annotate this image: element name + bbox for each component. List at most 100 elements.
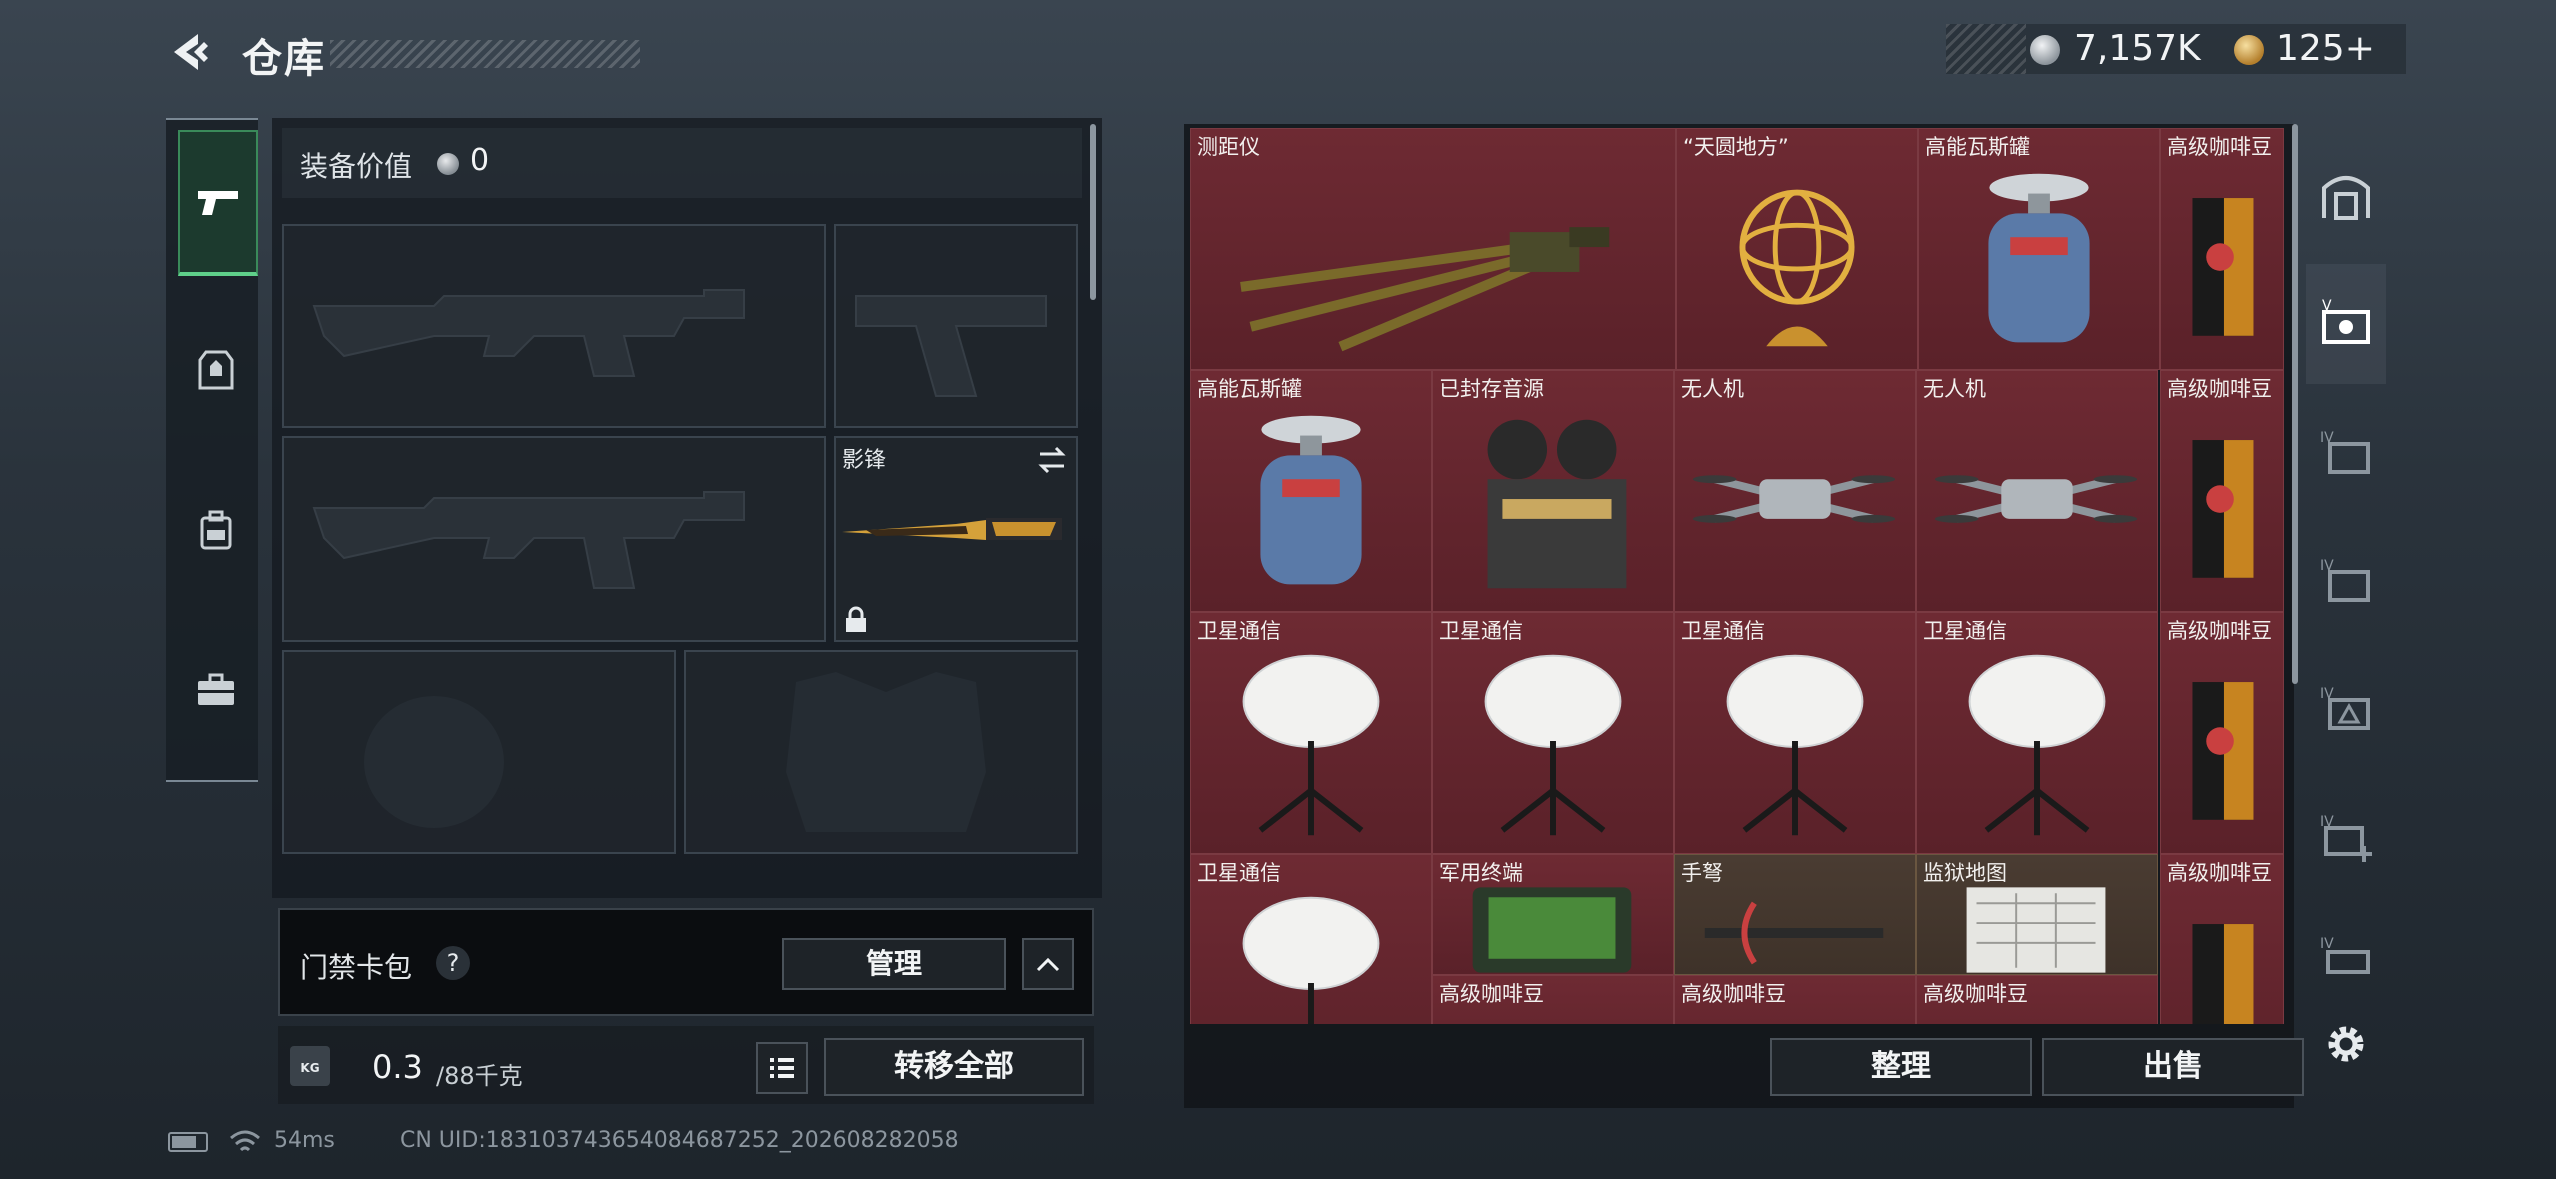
container-warning-iv-icon: IV [2320, 686, 2370, 730]
list-view-button[interactable] [756, 1042, 808, 1094]
stash-item[interactable]: 高级咖啡豆 [2160, 370, 2284, 612]
stash-item[interactable]: 军用终端 [1432, 854, 1674, 975]
stash-item[interactable]: “天圆地方” [1676, 128, 1918, 370]
satellite-dish-icon [1484, 654, 1622, 836]
container-button[interactable]: V [2306, 264, 2386, 384]
container-add-iv-button[interactable]: IV [2306, 776, 2386, 896]
tab-case[interactable] [178, 620, 254, 760]
gas-canister-icon [1988, 173, 2090, 343]
gold-currency-amount[interactable]: 125+ [2276, 28, 2375, 69]
svg-text:V: V [2322, 298, 2332, 314]
stash-item[interactable]: 手弩 [1674, 854, 1916, 975]
coffee-bag-icon [2192, 198, 2254, 336]
pistol-icon [180, 132, 256, 272]
stash-item[interactable]: 已封存音源 [1432, 370, 1674, 612]
settings-button[interactable] [2320, 1018, 2372, 1070]
equipment-scrollbar[interactable] [1090, 124, 1096, 300]
satellite-dish-icon [1968, 654, 2106, 836]
satellite-dish-icon [1726, 654, 1864, 836]
weight-icon: KG [290, 1046, 330, 1086]
backpack-icon [178, 460, 254, 600]
transfer-all-button[interactable]: 转移全部 [824, 1038, 1084, 1096]
tab-weapons[interactable] [178, 130, 258, 276]
helmet-silhouette-icon [364, 696, 504, 828]
weight-current: 0.3 [372, 1048, 423, 1086]
back-arrow-icon [174, 34, 208, 70]
stash-item[interactable]: 高能瓦斯罐 [1190, 370, 1432, 612]
chevron-up-icon [1036, 957, 1060, 972]
container-add-iv-icon: IV [2320, 814, 2372, 862]
battery-level [172, 1136, 196, 1148]
prison-map-icon [1966, 887, 2106, 973]
coffee-bag-icon [2192, 924, 2254, 1024]
stash-item[interactable]: 高级咖啡豆 [1432, 975, 1674, 1024]
svg-text:IV: IV [2320, 686, 2334, 702]
helmet-slot[interactable] [282, 650, 676, 854]
rifle-silhouette-icon [312, 491, 745, 589]
item-label: 高级咖啡豆 [1439, 982, 1544, 1006]
item-label: 高级咖啡豆 [1923, 982, 2028, 1006]
lock-icon [844, 606, 868, 634]
help-button[interactable]: ? [436, 946, 470, 980]
stash-item[interactable]: 高级咖啡豆 [2160, 854, 2284, 1024]
wifi-icon [228, 1128, 262, 1156]
stash-item[interactable]: 无人机 [1916, 370, 2158, 612]
svg-text:IV: IV [2320, 430, 2334, 446]
drone-icon [1692, 475, 1896, 523]
reel-tape-recorder-icon [1487, 419, 1627, 589]
item-label: 高级咖啡豆 [1681, 982, 1786, 1006]
equipment-value-label: 装备价值 [300, 150, 413, 183]
military-terminal-icon [1472, 887, 1632, 973]
list-icon [770, 1058, 794, 1078]
drone-icon [1934, 475, 2138, 523]
stash-item[interactable]: 卫星通信 [1190, 854, 1432, 1024]
container-iv-icon: IV [2320, 558, 2370, 602]
keycard-label: 门禁卡包 [300, 951, 413, 984]
container-iv-button[interactable]: IV [2306, 520, 2386, 640]
armor-slot[interactable] [684, 650, 1078, 854]
stash-item[interactable]: 卫星通信 [1674, 612, 1916, 854]
weight-max: /88千克 [436, 1062, 523, 1090]
rangefinder-tripod-icon [1240, 227, 1610, 352]
currency-decoration [1946, 24, 2026, 74]
stash-scrollbar[interactable] [2292, 124, 2298, 684]
tab-backpack[interactable] [178, 460, 254, 600]
manage-button[interactable]: 管理 [782, 938, 1006, 990]
container-iv-button[interactable]: IV [2306, 392, 2386, 512]
coffee-bag-icon [2192, 682, 2254, 820]
stash-item[interactable]: 无人机 [1674, 370, 1916, 612]
stash-item[interactable]: 监狱地图 [1916, 854, 2158, 975]
back-button[interactable] [168, 30, 212, 74]
pistol-slot[interactable] [834, 224, 1078, 428]
container-iv-icon: IV [2320, 430, 2370, 474]
container-icon: V [2322, 298, 2370, 344]
sell-button[interactable]: 出售 [2042, 1038, 2304, 1096]
title-decoration [330, 40, 640, 68]
stash-item[interactable]: 高级咖啡豆 [2160, 612, 2284, 854]
container-iv-button[interactable]: IV [2306, 904, 2386, 1004]
collapse-button[interactable] [1022, 938, 1074, 990]
stash-item[interactable]: 卫星通信 [1916, 612, 2158, 854]
tab-vest[interactable] [178, 300, 254, 440]
ping-value: 54ms [274, 1128, 335, 1153]
stash-item[interactable]: 高能瓦斯罐 [1918, 128, 2160, 370]
silver-currency-amount[interactable]: 7,157K [2074, 28, 2201, 69]
stash-item[interactable]: 高级咖啡豆 [2160, 128, 2284, 370]
safe-box-button[interactable] [2306, 136, 2386, 256]
user-uid: CN UID:183103743654084687252_20260828205… [400, 1128, 959, 1153]
primary-weapon-slot-1[interactable] [282, 224, 826, 428]
silver-coin-icon [2030, 35, 2060, 65]
safe-box-icon [2322, 176, 2370, 220]
gas-canister-icon [1260, 415, 1362, 585]
stash-item[interactable]: 卫星通信 [1432, 612, 1674, 854]
page-title: 仓库 [242, 36, 326, 82]
stash-item[interactable]: 高级咖啡豆 [1674, 975, 1916, 1024]
swap-icon[interactable] [1036, 444, 1068, 476]
stash-item[interactable]: 测距仪 [1190, 128, 1676, 370]
stash-item[interactable]: 卫星通信 [1190, 612, 1432, 854]
container-warning-iv-button[interactable]: IV [2306, 648, 2386, 768]
svg-text:IV: IV [2320, 558, 2334, 574]
primary-weapon-slot-2[interactable] [282, 436, 826, 642]
stash-item[interactable]: 高级咖啡豆 [1916, 975, 2158, 1024]
organize-button[interactable]: 整理 [1770, 1038, 2032, 1096]
